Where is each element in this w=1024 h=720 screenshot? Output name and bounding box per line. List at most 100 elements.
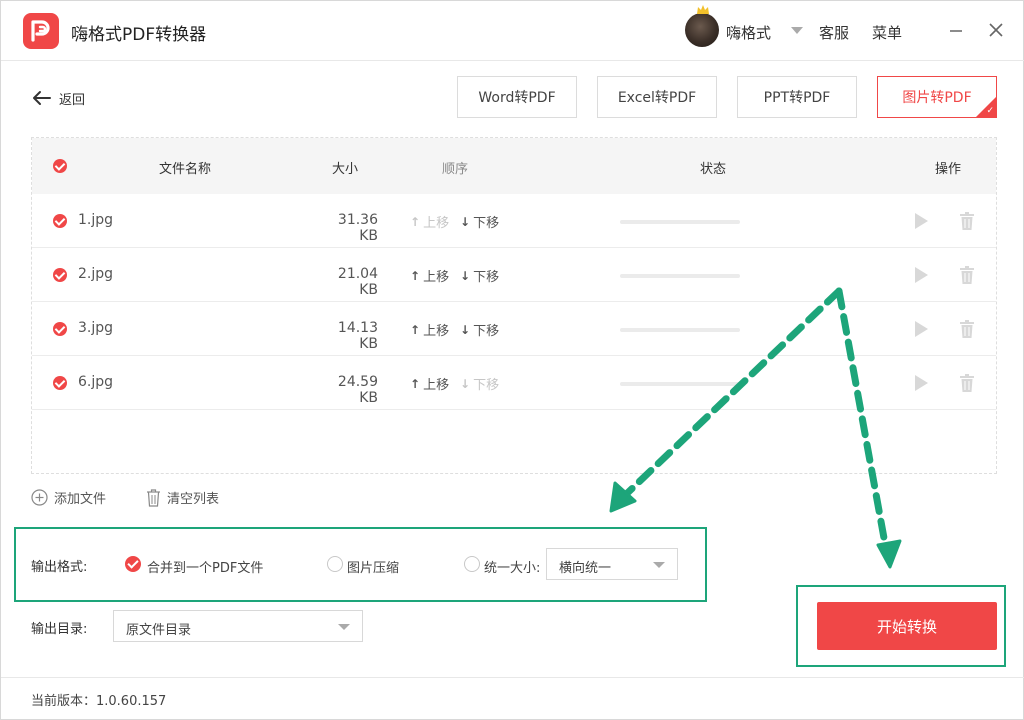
move-down-label: 下移	[473, 270, 500, 285]
merge-pdf-radio[interactable]	[125, 556, 141, 572]
trash-icon[interactable]	[960, 266, 974, 284]
footer: 当前版本：1.0.60.157	[1, 677, 1024, 720]
progress-bar	[620, 220, 740, 224]
back-label: 返回	[59, 92, 86, 108]
row-checkbox[interactable]	[53, 214, 67, 228]
move-up-label: 上移	[423, 216, 450, 231]
add-file-button[interactable]: 添加文件	[31, 488, 106, 507]
arrow-up-icon: ↑	[410, 376, 421, 391]
move-down-button[interactable]: ↓ 下移	[460, 320, 500, 340]
arrow-down-icon: ↓	[460, 376, 471, 391]
tab-word-to-pdf[interactable]: Word转PDF	[457, 76, 577, 118]
compress-image-label[interactable]: 图片压缩	[347, 557, 399, 576]
play-icon[interactable]	[915, 267, 928, 283]
file-size: 21.04 KB	[337, 266, 378, 298]
move-up-button[interactable]: ↑ 上移	[410, 374, 450, 394]
move-down-label: 下移	[473, 324, 500, 339]
arrow-left-icon	[33, 91, 51, 105]
arrow-up-icon: ↑	[410, 268, 421, 283]
menu-link[interactable]: 菜单	[872, 22, 902, 43]
arrow-down-icon: ↓	[460, 268, 471, 283]
table-row: 2.jpg 21.04 KB ↑ 上移 ↓ 下移	[32, 248, 996, 302]
minimize-icon[interactable]	[945, 19, 967, 41]
move-down-label: 下移	[473, 216, 500, 231]
column-header-size: 大小	[332, 162, 359, 177]
customer-service-link[interactable]: 客服	[819, 22, 849, 43]
play-icon[interactable]	[915, 213, 928, 229]
move-up-button[interactable]: ↑ 上移	[410, 266, 450, 286]
tab-image-to-pdf[interactable]: 图片转PDF ✓	[877, 76, 997, 118]
move-up-label: 上移	[423, 324, 450, 339]
table-row: 3.jpg 14.13 KB ↑ 上移 ↓ 下移	[32, 302, 996, 356]
file-table: 文件名称 大小 顺序 状态 操作 1.jpg 31.36 KB ↑ 上移 ↓ 下移 …	[31, 137, 997, 474]
tab-label: PPT转PDF	[763, 90, 831, 106]
crown-icon	[697, 5, 709, 14]
arrow-down-icon: ↓	[460, 322, 471, 337]
uniform-size-label[interactable]: 统一大小:	[484, 557, 540, 576]
row-checkbox[interactable]	[53, 268, 67, 282]
app-title: 嗨格式PDF转换器	[71, 25, 207, 45]
uniform-size-select[interactable]: 横向统一	[546, 548, 678, 580]
plus-circle-icon	[31, 489, 48, 506]
progress-bar	[620, 328, 740, 332]
arrow-down-icon: ↓	[460, 214, 471, 229]
tab-label: 图片转PDF	[902, 90, 972, 106]
progress-bar	[620, 382, 740, 386]
title-bar: 嗨格式PDF转换器 嗨格式 客服 菜单	[1, 1, 1024, 61]
output-dir-label: 输出目录:	[31, 622, 88, 637]
file-name: 2.jpg	[78, 266, 114, 282]
tab-ppt-to-pdf[interactable]: PPT转PDF	[737, 76, 857, 118]
back-button[interactable]: 返回	[31, 87, 85, 109]
trash-icon	[147, 488, 160, 507]
trash-icon[interactable]	[960, 212, 974, 230]
move-up-label: 上移	[423, 378, 450, 393]
play-icon[interactable]	[915, 375, 928, 391]
compress-image-radio[interactable]	[327, 556, 343, 572]
chevron-down-icon[interactable]	[791, 27, 803, 34]
output-dir-value: 原文件目录	[126, 623, 192, 638]
avatar[interactable]	[685, 13, 719, 47]
move-up-button[interactable]: ↑ 上移	[410, 212, 450, 232]
column-header-status: 状态	[700, 162, 727, 177]
move-up-label: 上移	[423, 270, 450, 285]
file-name: 3.jpg	[78, 320, 114, 336]
table-row: 1.jpg 31.36 KB ↑ 上移 ↓ 下移	[32, 194, 996, 248]
move-up-button[interactable]: ↑ 上移	[410, 320, 450, 340]
version-text: 当前版本：1.0.60.157	[31, 694, 167, 709]
column-header-order: 顺序	[442, 162, 469, 177]
play-icon[interactable]	[915, 321, 928, 337]
move-down-button[interactable]: ↓ 下移	[460, 266, 500, 286]
column-header-actions: 操作	[935, 162, 962, 177]
check-icon: ✓	[986, 106, 994, 116]
trash-icon[interactable]	[960, 374, 974, 392]
chevron-down-icon	[653, 562, 665, 568]
row-checkbox[interactable]	[53, 322, 67, 336]
username[interactable]: 嗨格式	[726, 22, 771, 43]
file-size: 14.13 KB	[337, 320, 378, 352]
start-convert-button[interactable]: 开始转换	[817, 602, 997, 650]
output-dir-select[interactable]: 原文件目录	[113, 610, 363, 642]
row-checkbox[interactable]	[53, 376, 67, 390]
tab-label: Word转PDF	[478, 90, 556, 106]
output-format-label: 输出格式:	[31, 560, 88, 575]
select-all-checkbox[interactable]	[53, 159, 67, 173]
app-window: 嗨格式PDF转换器 嗨格式 客服 菜单 返回 Word转PDF Excel转PD…	[0, 0, 1024, 720]
close-icon[interactable]	[985, 19, 1007, 41]
file-size: 24.59 KB	[337, 374, 378, 406]
trash-icon[interactable]	[960, 320, 974, 338]
arrow-up-icon: ↑	[410, 214, 421, 229]
merge-pdf-label[interactable]: 合并到一个PDF文件	[147, 557, 263, 576]
progress-bar	[620, 274, 740, 278]
uniform-size-radio[interactable]	[464, 556, 480, 572]
clear-list-button[interactable]: 清空列表	[146, 488, 219, 507]
move-down-button[interactable]: ↓ 下移	[460, 374, 500, 394]
pdf-logo-icon	[31, 20, 50, 42]
table-row: 6.jpg 24.59 KB ↑ 上移 ↓ 下移	[32, 356, 996, 410]
move-down-label: 下移	[473, 378, 500, 393]
file-name: 6.jpg	[78, 374, 114, 390]
uniform-size-value: 横向统一	[559, 561, 612, 576]
app-logo	[23, 13, 59, 49]
arrow-up-icon: ↑	[410, 322, 421, 337]
move-down-button[interactable]: ↓ 下移	[460, 212, 500, 232]
tab-excel-to-pdf[interactable]: Excel转PDF	[597, 76, 717, 118]
